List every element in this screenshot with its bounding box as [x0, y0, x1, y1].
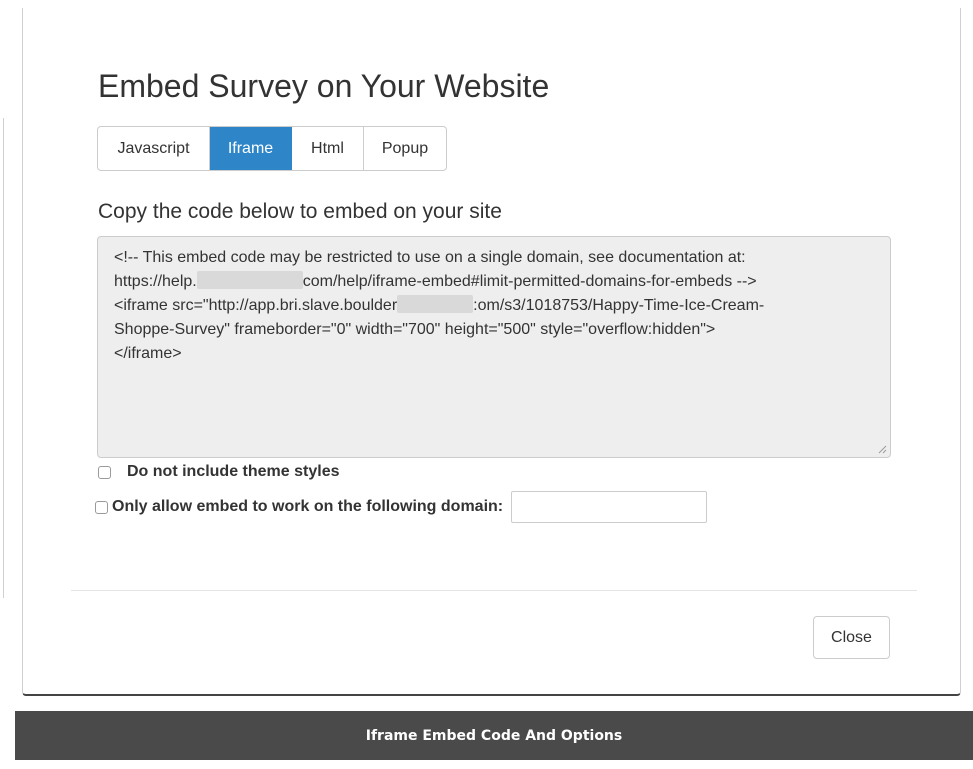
code-line-2-start: https://help.	[114, 273, 197, 290]
redacted-domain	[397, 295, 474, 314]
tab-popup-label: Popup	[381, 139, 429, 157]
resize-grip-icon[interactable]	[877, 444, 887, 454]
tab-javascript[interactable]: Javascript	[98, 127, 210, 170]
copy-code-heading: Copy the code below to embed on your sit…	[98, 200, 502, 223]
code-line-5-text: </iframe>	[114, 345, 182, 362]
left-edge-line	[3, 118, 4, 598]
screenshot-page: Embed Survey on Your Website Javascript …	[0, 0, 973, 769]
code-line-1-text: <!-- This embed code may be restricted t…	[114, 249, 746, 266]
code-line-1: <!-- This embed code may be restricted t…	[114, 246, 874, 270]
code-line-5: </iframe>	[114, 342, 874, 366]
top-edge	[0, 0, 973, 8]
code-line-4: Shoppe-Survey" frameborder="0" width="70…	[114, 318, 874, 342]
close-button[interactable]: Close	[813, 616, 890, 659]
domain-restriction-checkbox[interactable]	[95, 500, 108, 514]
code-line-4-text: Shoppe-Survey" frameborder="0" width="70…	[114, 321, 716, 338]
tab-iframe[interactable]: Iframe	[210, 127, 292, 170]
domain-restriction-label: Only allow embed to work on the followin…	[112, 498, 504, 515]
code-line-3: <iframe src="http://app.bri.slave.boulde…	[114, 294, 874, 318]
caption-text: Iframe Embed Code And Options	[365, 727, 623, 744]
left-edge	[0, 8, 22, 708]
embed-type-tabs: Javascript Iframe Html Popup	[97, 126, 447, 171]
tab-javascript-label: Javascript	[117, 139, 190, 157]
tab-popup[interactable]: Popup	[364, 127, 446, 170]
tab-html[interactable]: Html	[292, 127, 364, 170]
domain-input[interactable]	[511, 491, 708, 523]
theme-styles-label: Do not include theme styles	[127, 463, 340, 480]
domain-restriction-option: Only allow embed to work on the followin…	[95, 490, 708, 524]
bottom-strip	[0, 760, 973, 769]
code-line-3-start: <iframe src="http://app.bri.slave.boulde…	[114, 297, 398, 314]
embed-modal: Embed Survey on Your Website Javascript …	[22, 8, 961, 696]
right-edge	[963, 8, 973, 708]
embed-code-textarea[interactable]: <!-- This embed code may be restricted t…	[97, 236, 891, 458]
theme-styles-checkbox[interactable]	[98, 465, 111, 479]
tab-html-label: Html	[311, 139, 344, 157]
theme-styles-option: Do not include theme styles	[98, 460, 339, 484]
code-line-3-end: :om/s3/1018753/Happy-Time-Ice-Cream-	[473, 297, 765, 314]
caption-bar: Iframe Embed Code And Options	[15, 711, 973, 760]
redacted-domain	[196, 271, 303, 290]
modal-title: Embed Survey on Your Website	[98, 68, 550, 104]
code-line-2-end: com/help/iframe-embed#limit-permitted-do…	[302, 273, 757, 290]
close-button-label: Close	[831, 628, 872, 646]
tab-iframe-label: Iframe	[227, 139, 274, 157]
code-line-2: https://help. com/help/iframe-embed#limit…	[114, 270, 874, 294]
footer-divider	[71, 590, 917, 591]
